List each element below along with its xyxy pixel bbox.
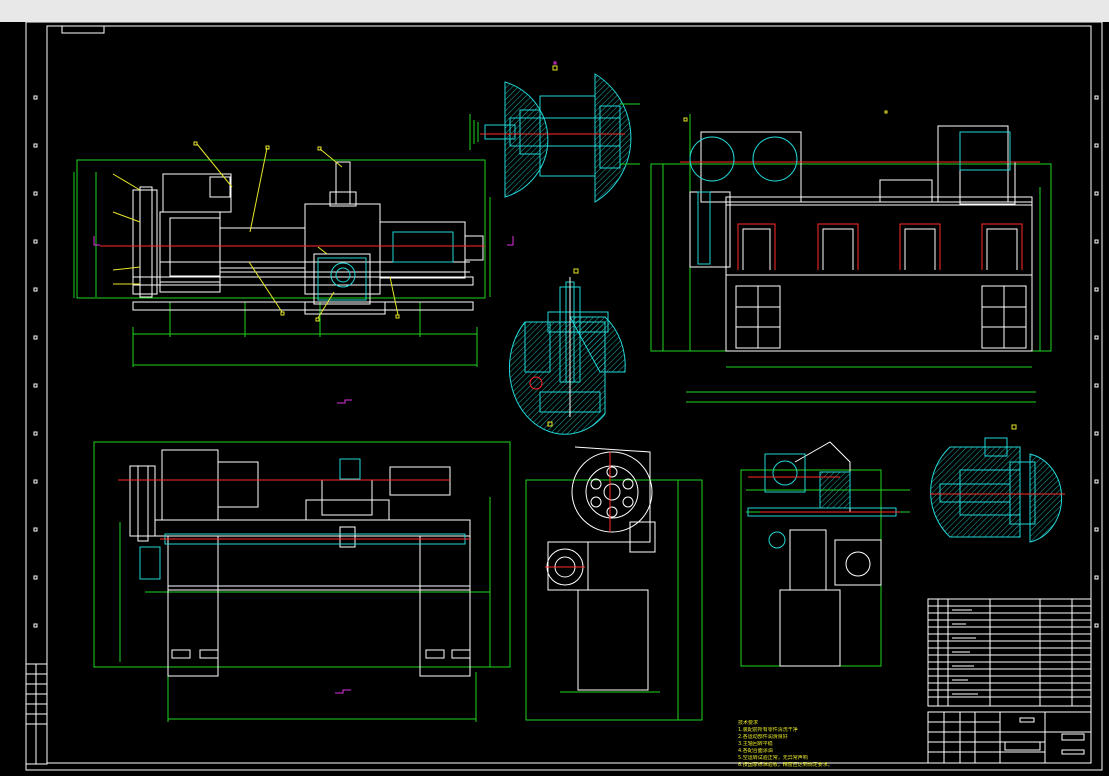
tailstock-section-view[interactable] [930,424,1065,543]
carriage-end-view[interactable] [740,441,910,667]
application-toolbar [0,0,1109,22]
main-front-view[interactable] [73,141,514,367]
left-zone-marks [33,95,38,628]
side-front-view[interactable] [650,110,1052,403]
notes-line: 6.按国家标准验收，精度应达到规定要求。 [738,762,833,768]
headstock-section-view[interactable] [469,61,640,203]
left-edge-label-block [25,663,48,765]
notes-line: 1.装配前所有零件清洗干净 [738,727,798,733]
notes-title: 技术要求 [738,720,759,726]
bottom-front-view[interactable] [93,441,511,722]
belt-drive-end-view[interactable] [525,446,703,721]
notes-line: 5.空运转试验正常，无异常声响 [738,755,808,761]
right-zone-marks [1094,95,1099,628]
drawing-sheet[interactable]: 技术要求 1.装配前所有零件清洗干净 2.各运动部件润滑良好 3.主轴回转平稳 … [0,22,1109,776]
title-block[interactable] [927,711,1092,764]
parts-list-table[interactable] [927,598,1092,707]
notes-line: 3.主轴回转平稳 [738,741,773,747]
cad-canvas[interactable] [0,22,1109,776]
notes-line: 4.各配合面涂油 [738,748,773,754]
technical-requirements-notes: 技术要求 1.装配前所有零件清洗干净 2.各运动部件润滑良好 3.主轴回转平稳 … [738,720,918,769]
notes-line: 2.各运动部件润滑良好 [738,734,788,740]
